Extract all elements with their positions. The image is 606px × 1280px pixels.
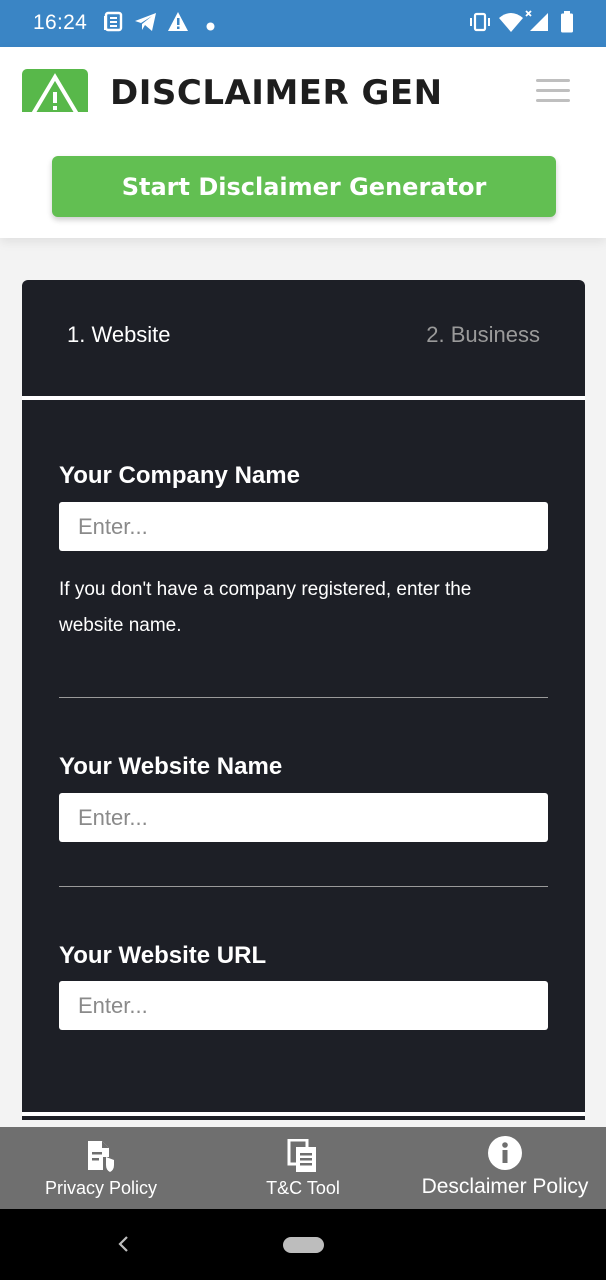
company-name-label: Your Company Name bbox=[59, 462, 300, 489]
website-name-label: Your Website Name bbox=[59, 753, 283, 780]
home-pill-icon[interactable] bbox=[283, 1237, 324, 1253]
divider bbox=[22, 1112, 585, 1116]
company-name-input[interactable] bbox=[59, 502, 548, 551]
vibrate-icon bbox=[469, 11, 491, 38]
tab-label: Privacy Policy bbox=[44, 1178, 158, 1198]
documents-icon bbox=[287, 1138, 319, 1178]
logo-text[interactable]: DISCLAIMER GEN bbox=[110, 73, 443, 113]
bottom-tab-bar: Privacy Policy T&C Tool Desclaimer Polic… bbox=[0, 1127, 606, 1209]
dot-icon bbox=[206, 18, 215, 36]
company-name-help: If you don't have a company registered, … bbox=[59, 579, 472, 636]
start-generator-button[interactable]: Start Disclaimer Generator bbox=[52, 156, 556, 217]
step-tabs: 1. Website 2. Business bbox=[22, 280, 585, 400]
divider bbox=[59, 697, 548, 698]
generator-form: 1. Website 2. Business Your Company Name… bbox=[22, 280, 585, 1120]
battery-icon bbox=[560, 11, 574, 38]
logo-icon[interactable] bbox=[22, 69, 88, 112]
status-time: 16:24 bbox=[33, 11, 88, 34]
website-name-input[interactable] bbox=[59, 793, 548, 842]
tab-website[interactable]: 1. Website bbox=[67, 322, 171, 348]
tab-label: T&C Tool bbox=[266, 1178, 340, 1198]
site-header: DISCLAIMER GEN Start Disclaimer Generato… bbox=[0, 47, 606, 238]
tab-privacy-policy[interactable]: Privacy Policy bbox=[0, 1127, 202, 1209]
back-icon[interactable] bbox=[116, 1231, 132, 1262]
hamburger-menu-icon[interactable] bbox=[536, 79, 570, 103]
status-bar: 16:24 bbox=[0, 0, 606, 47]
tab-business[interactable]: 2. Business bbox=[426, 322, 540, 348]
step-divider bbox=[22, 396, 585, 400]
privacy-document-icon bbox=[85, 1139, 117, 1178]
warning-icon bbox=[167, 11, 189, 37]
website-url-label: Your Website URL bbox=[59, 942, 267, 969]
system-nav-bar bbox=[0, 1209, 606, 1280]
telegram-icon bbox=[134, 11, 158, 38]
wifi-icon bbox=[498, 11, 524, 38]
tab-tc-tool[interactable]: T&C Tool bbox=[202, 1127, 404, 1209]
website-url-input[interactable] bbox=[59, 981, 548, 1030]
tab-label: Desclaimer Policy bbox=[421, 1175, 589, 1198]
info-icon bbox=[487, 1135, 523, 1176]
tab-disclaimer-policy[interactable]: Desclaimer Policy bbox=[404, 1127, 606, 1209]
signal-icon bbox=[524, 9, 550, 38]
news-icon bbox=[103, 11, 123, 38]
divider bbox=[59, 886, 548, 887]
